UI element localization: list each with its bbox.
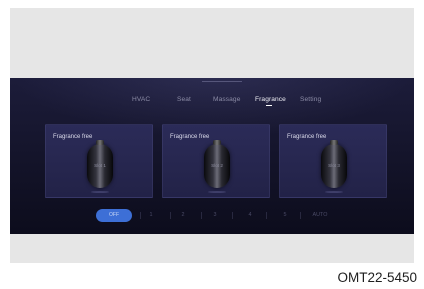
level-2-button[interactable]: 2	[176, 212, 190, 218]
slot-label: Slot 3	[328, 163, 340, 168]
tab-fragrance[interactable]: Fragrance	[255, 96, 286, 103]
divider	[300, 212, 301, 219]
divider	[140, 212, 141, 219]
figure-code: OMT22-5450	[337, 270, 417, 285]
slot-label: Slot 2	[211, 163, 223, 168]
fragrance-bottle-icon: Slot 3	[321, 140, 347, 188]
slot-title: Fragrance free	[287, 134, 327, 140]
fragrance-bottle-icon: Slot 1	[87, 140, 113, 188]
bottle-shadow	[325, 191, 343, 193]
fragrance-slots: Fragrance free Slot 1 Fragrance free Slo…	[10, 124, 414, 198]
screen-handle	[202, 81, 242, 82]
slot-card-3[interactable]: Fragrance free Slot 3	[279, 124, 387, 198]
slot-card-2[interactable]: Fragrance free Slot 2	[162, 124, 270, 198]
tab-seat[interactable]: Seat	[177, 96, 191, 103]
auto-button[interactable]: AUTO	[309, 212, 331, 218]
tab-massage[interactable]: Massage	[213, 96, 240, 103]
level-3-button[interactable]: 3	[208, 212, 222, 218]
slot-card-1[interactable]: Fragrance free Slot 1	[45, 124, 153, 198]
tab-hvac[interactable]: HVAC	[132, 96, 150, 103]
divider	[201, 212, 202, 219]
intensity-selector: OFF 1 2 3 4 5 AUTO	[10, 209, 414, 223]
divider	[232, 212, 233, 219]
level-1-button[interactable]: 1	[144, 212, 158, 218]
fragrance-bottle-icon: Slot 2	[204, 140, 230, 188]
bottle-shadow	[91, 191, 109, 193]
off-button[interactable]: OFF	[96, 209, 132, 222]
bottle-shadow	[208, 191, 226, 193]
divider	[170, 212, 171, 219]
slot-title: Fragrance free	[53, 134, 93, 140]
divider	[266, 212, 267, 219]
level-4-button[interactable]: 4	[243, 212, 257, 218]
slot-title: Fragrance free	[170, 134, 210, 140]
infotainment-screen: HVAC Seat Massage Fragrance Setting Frag…	[10, 78, 414, 234]
level-5-button[interactable]: 5	[278, 212, 292, 218]
tab-setting[interactable]: Setting	[300, 96, 321, 103]
active-tab-indicator	[266, 105, 272, 106]
slot-label: Slot 1	[94, 163, 106, 168]
tab-bar: HVAC Seat Massage Fragrance Setting	[10, 96, 414, 110]
figure: HVAC Seat Massage Fragrance Setting Frag…	[0, 0, 424, 289]
